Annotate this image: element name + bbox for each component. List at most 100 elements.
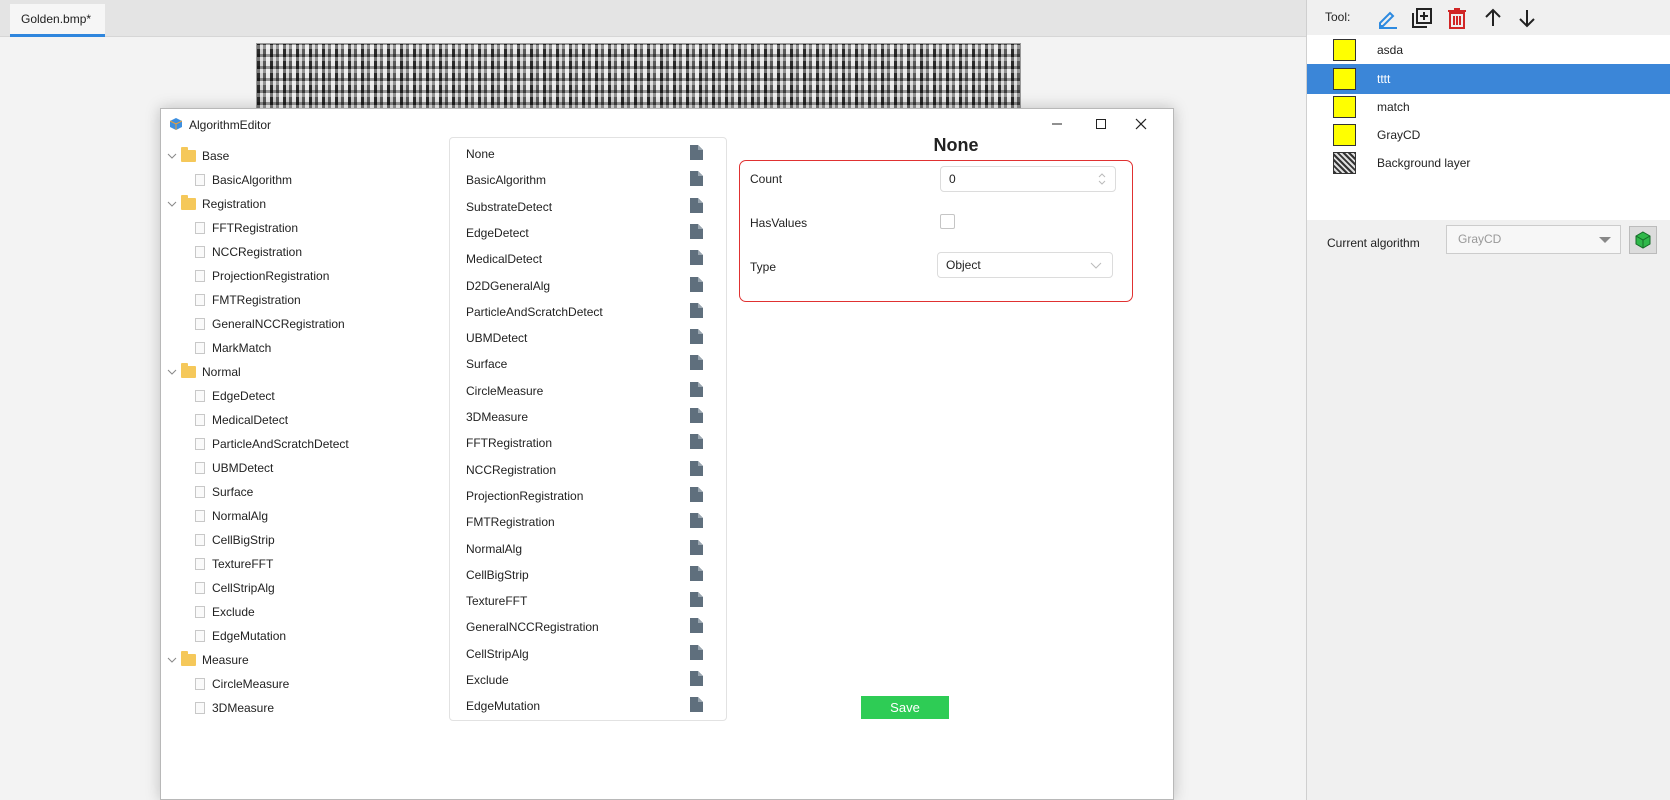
algorithm-list-item[interactable]: ProjectionRegistration: [450, 482, 726, 509]
file-icon[interactable]: [690, 355, 703, 371]
algorithm-list-item[interactable]: GeneralNCCRegistration: [450, 613, 726, 640]
file-icon[interactable]: [690, 486, 703, 502]
file-icon[interactable]: [690, 644, 703, 660]
algorithm-list-item[interactable]: FFTRegistration: [450, 429, 726, 456]
edit-icon[interactable]: [1374, 4, 1402, 32]
spinner-icon[interactable]: [1097, 172, 1107, 186]
algorithm-list-item[interactable]: Exclude: [450, 666, 726, 693]
file-icon[interactable]: [690, 329, 703, 345]
add-layer-icon[interactable]: [1408, 4, 1436, 32]
file-icon[interactable]: [690, 592, 703, 608]
algorithm-list-item[interactable]: ParticleAndScratchDetect: [450, 298, 726, 325]
tree-item[interactable]: CircleMeasure: [195, 673, 289, 695]
tree-item[interactable]: TextureFFT: [195, 553, 273, 575]
file-icon[interactable]: [690, 539, 703, 555]
minimize-button[interactable]: [1040, 112, 1074, 136]
file-icon[interactable]: [690, 513, 703, 529]
algorithm-list-item[interactable]: CircleMeasure: [450, 377, 726, 404]
tree-item[interactable]: FMTRegistration: [195, 289, 301, 311]
algorithm-editor-button[interactable]: [1629, 226, 1657, 254]
algorithm-list-item[interactable]: TextureFFT: [450, 587, 726, 614]
file-icon[interactable]: [690, 223, 703, 239]
tree-folder[interactable]: Registration: [167, 193, 266, 215]
file-icon[interactable]: [690, 250, 703, 266]
file-icon[interactable]: [690, 197, 703, 213]
tree-item[interactable]: GeneralNCCRegistration: [195, 313, 345, 335]
tree-item[interactable]: UBMDetect: [195, 457, 273, 479]
file-icon[interactable]: [690, 276, 703, 292]
document-tab[interactable]: Golden.bmp*: [10, 4, 105, 37]
algorithm-list-item[interactable]: EdgeDetect: [450, 219, 726, 246]
algorithm-list-item[interactable]: FMTRegistration: [450, 508, 726, 535]
file-icon[interactable]: [690, 565, 703, 581]
file-icon[interactable]: [690, 697, 703, 713]
algorithm-name: ProjectionRegistration: [466, 488, 584, 503]
algorithm-list-item[interactable]: UBMDetect: [450, 324, 726, 351]
wafer-image-canvas[interactable]: [256, 43, 1021, 110]
algorithm-list-item[interactable]: None: [450, 140, 726, 167]
tree-folder[interactable]: Base: [167, 145, 229, 167]
tree-item[interactable]: Surface: [195, 481, 253, 503]
file-icon[interactable]: [690, 171, 703, 187]
delete-icon[interactable]: [1443, 4, 1471, 32]
algorithm-list-item[interactable]: 3DMeasure: [450, 403, 726, 430]
tree-item[interactable]: ProjectionRegistration: [195, 265, 329, 287]
algorithm-name: Surface: [466, 357, 508, 372]
file-icon[interactable]: [690, 460, 703, 476]
algorithm-list-item[interactable]: MedicalDetect: [450, 245, 726, 272]
tree-item[interactable]: ParticleAndScratchDetect: [195, 433, 349, 455]
layer-item-tttt[interactable]: tttt: [1307, 64, 1670, 94]
chevron-down-icon[interactable]: [167, 199, 177, 209]
file-icon[interactable]: [690, 434, 703, 450]
file-icon[interactable]: [690, 302, 703, 318]
tree-item[interactable]: NCCRegistration: [195, 241, 302, 263]
layer-item-graycd[interactable]: GrayCD: [1307, 120, 1670, 150]
has-values-checkbox[interactable]: [940, 214, 955, 229]
algorithm-list-item[interactable]: D2DGeneralAlg: [450, 272, 726, 299]
arrow-down-icon[interactable]: [1513, 4, 1541, 32]
tree-item[interactable]: CellBigStrip: [195, 529, 275, 551]
algorithm-list-item[interactable]: EdgeMutation: [450, 692, 726, 719]
algorithm-list-item[interactable]: NormalAlg: [450, 535, 726, 562]
file-icon[interactable]: [690, 618, 703, 634]
count-input[interactable]: 0: [940, 166, 1116, 192]
folder-icon: [181, 195, 196, 210]
layer-item-match[interactable]: match: [1307, 92, 1670, 122]
tree-folder[interactable]: Normal: [167, 361, 241, 383]
tree-item[interactable]: CellStripAlg: [195, 577, 275, 599]
maximize-button[interactable]: [1084, 112, 1118, 136]
close-button[interactable]: [1124, 112, 1158, 136]
tree-item[interactable]: MarkMatch: [195, 337, 271, 359]
layer-item-asda[interactable]: asda: [1307, 35, 1670, 65]
algorithm-list-item[interactable]: BasicAlgorithm: [450, 166, 726, 193]
type-select[interactable]: Object: [937, 252, 1113, 278]
algorithm-list-item[interactable]: SubstrateDetect: [450, 193, 726, 220]
tree-folder[interactable]: Measure: [167, 649, 249, 671]
algorithm-list-item[interactable]: CellStripAlg: [450, 640, 726, 667]
document-icon: [195, 174, 205, 186]
layer-item-background[interactable]: Background layer: [1307, 148, 1670, 178]
tree-item[interactable]: 3DMeasure: [195, 697, 274, 719]
algorithm-list-item[interactable]: Surface: [450, 350, 726, 377]
file-icon[interactable]: [690, 671, 703, 686]
tree-item[interactable]: MedicalDetect: [195, 409, 288, 431]
tree-item[interactable]: EdgeDetect: [195, 385, 275, 407]
tree-item[interactable]: BasicAlgorithm: [195, 169, 292, 191]
chevron-down-icon[interactable]: [167, 151, 177, 161]
current-algorithm-select[interactable]: GrayCD: [1446, 225, 1621, 254]
save-button[interactable]: Save: [861, 696, 949, 719]
file-icon[interactable]: [690, 145, 703, 160]
arrow-up-icon[interactable]: [1479, 4, 1507, 32]
chevron-down-icon[interactable]: [167, 655, 177, 665]
tree-item[interactable]: EdgeMutation: [195, 625, 286, 647]
document-icon: [195, 414, 205, 426]
tree-item[interactable]: FFTRegistration: [195, 217, 298, 239]
file-icon[interactable]: [690, 408, 703, 423]
tree-item[interactable]: NormalAlg: [195, 505, 268, 527]
chevron-down-icon[interactable]: [167, 367, 177, 377]
algorithm-list-item[interactable]: NCCRegistration: [450, 456, 726, 483]
layer-name: GrayCD: [1377, 128, 1421, 142]
file-icon[interactable]: [690, 381, 703, 397]
tree-item[interactable]: Exclude: [195, 601, 255, 623]
algorithm-list-item[interactable]: CellBigStrip: [450, 561, 726, 588]
